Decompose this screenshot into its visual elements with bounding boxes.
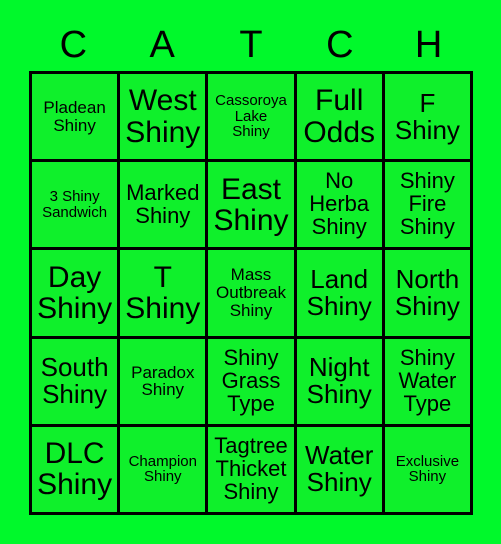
bingo-cell-label: Full Odds [303, 84, 376, 149]
header-letter-4: C [326, 24, 354, 66]
bingo-cell-label: Shiny Water Type [398, 344, 457, 416]
bingo-cell-label: T Shiny [125, 260, 201, 325]
bingo-cell[interactable]: East Shiny [208, 162, 294, 248]
header-letter-3: T [239, 24, 263, 66]
bingo-cell[interactable]: Day Shiny [32, 250, 118, 336]
bingo-cell-label: Paradox Shiny [131, 362, 195, 400]
bingo-cell[interactable]: Mass Outbreak Shiny [208, 250, 294, 336]
bingo-cell[interactable]: North Shiny [384, 250, 470, 336]
bingo-cell-label: F Shiny [394, 87, 460, 145]
bingo-grid: Pladean Shiny West Shiny Cassoroya Lake … [29, 71, 473, 515]
bingo-cell[interactable]: Exclusive Shiny [384, 426, 470, 512]
bingo-cell[interactable]: South Shiny [32, 338, 118, 424]
bingo-cell-label: Shiny Grass Type [221, 344, 281, 416]
bingo-cell-label: North Shiny [394, 263, 460, 321]
bingo-cell-label: Exclusive Shiny [395, 452, 460, 486]
bingo-cell[interactable]: West Shiny [120, 74, 206, 160]
bingo-cell[interactable]: Pladean Shiny [32, 74, 118, 160]
bingo-cell-label: Marked Shiny [126, 179, 200, 228]
bingo-cell[interactable]: Night Shiny [296, 338, 382, 424]
header-letter-1: C [59, 24, 88, 66]
bingo-cell[interactable]: 3 Shiny Sandwich [32, 162, 118, 248]
bingo-cell[interactable]: Champion Shiny [120, 426, 206, 512]
header-letter-2: A [149, 24, 175, 66]
bingo-cell[interactable]: F Shiny [384, 74, 470, 160]
bingo-cell-label: 3 Shiny Sandwich [42, 188, 108, 221]
bingo-cell-label: Cassoroya Lake Shiny [215, 92, 287, 141]
bingo-cell-label: DLC Shiny [37, 437, 113, 502]
header-letter-5: H [414, 24, 443, 66]
bingo-cell-label: Shiny Fire Shiny [399, 168, 455, 240]
bingo-cell-label: Pladean Shiny [43, 97, 106, 135]
bingo-cell[interactable]: Water Shiny [296, 426, 382, 512]
bingo-cell[interactable]: Tagtree Thicket Shiny [208, 426, 294, 512]
bingo-cell-label: Champion Shiny [128, 452, 197, 486]
bingo-cell[interactable]: Shiny Water Type [384, 338, 470, 424]
bingo-cell-label: South Shiny [40, 352, 109, 410]
bingo-cell[interactable]: Marked Shiny [120, 162, 206, 248]
bingo-cell[interactable]: Shiny Grass Type [208, 338, 294, 424]
bingo-cell-label: Day Shiny [37, 260, 113, 325]
bingo-cell[interactable]: DLC Shiny [32, 426, 118, 512]
bingo-cell-label: Mass Outbreak Shiny [216, 265, 286, 320]
bingo-cell-label: East Shiny [213, 172, 289, 237]
bingo-cell-label: Night Shiny [306, 352, 372, 410]
bingo-cell[interactable]: Paradox Shiny [120, 338, 206, 424]
bingo-cell[interactable]: Full Odds [296, 74, 382, 160]
bingo-cell[interactable]: Land Shiny [296, 250, 382, 336]
bingo-cell-label: Land Shiny [306, 263, 372, 321]
bingo-cell[interactable]: T Shiny [120, 250, 206, 336]
bingo-cell-label: Tagtree Thicket Shiny [214, 433, 288, 504]
bingo-cell[interactable]: Cassoroya Lake Shiny [208, 74, 294, 160]
bingo-cell[interactable]: No Herba Shiny [296, 162, 382, 248]
bingo-cell[interactable]: Shiny Fire Shiny [384, 162, 470, 248]
bingo-cell-label: No Herba Shiny [309, 168, 370, 240]
bingo-cell-label: West Shiny [125, 84, 201, 149]
bingo-cell-label: Water Shiny [305, 440, 374, 498]
bingo-header: C A T C H [29, 22, 473, 68]
bingo-card: C A T C H Pladean Shiny West Shiny Casso… [0, 0, 501, 544]
